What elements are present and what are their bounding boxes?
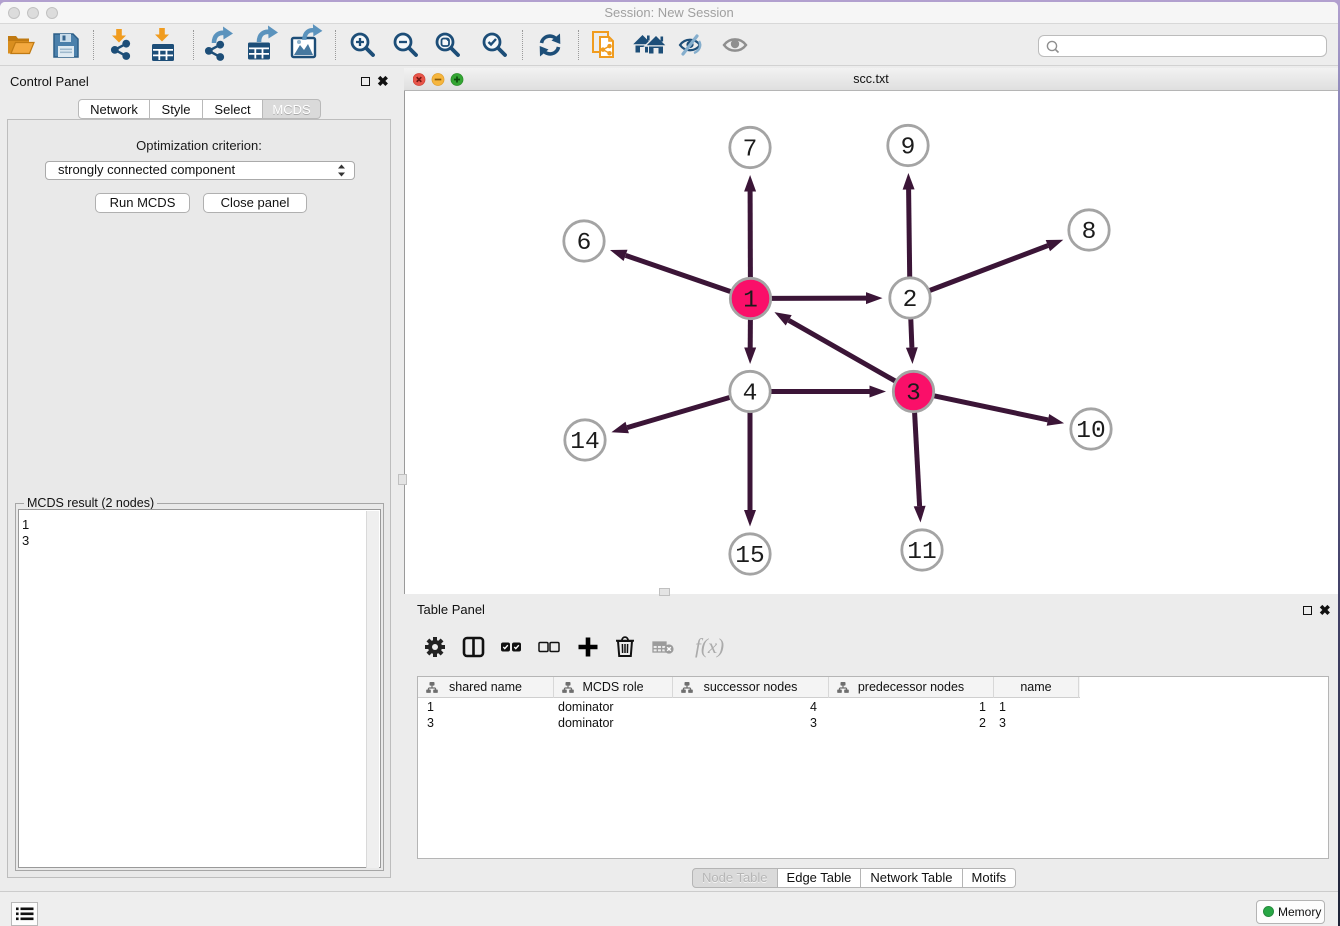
- svg-text:4: 4: [743, 381, 758, 408]
- svg-text:14: 14: [570, 429, 599, 456]
- svg-text:2: 2: [903, 287, 918, 314]
- svg-text:7: 7: [743, 137, 758, 164]
- svg-text:f(x): f(x): [695, 634, 724, 658]
- svg-text:8: 8: [1082, 219, 1097, 246]
- svg-text:10: 10: [1076, 418, 1105, 445]
- svg-text:3: 3: [906, 381, 921, 408]
- svg-text:15: 15: [735, 543, 764, 570]
- svg-text:9: 9: [901, 135, 916, 162]
- svg-text:11: 11: [907, 539, 936, 566]
- svg-text:1: 1: [743, 288, 758, 315]
- svg-text:6: 6: [577, 230, 592, 257]
